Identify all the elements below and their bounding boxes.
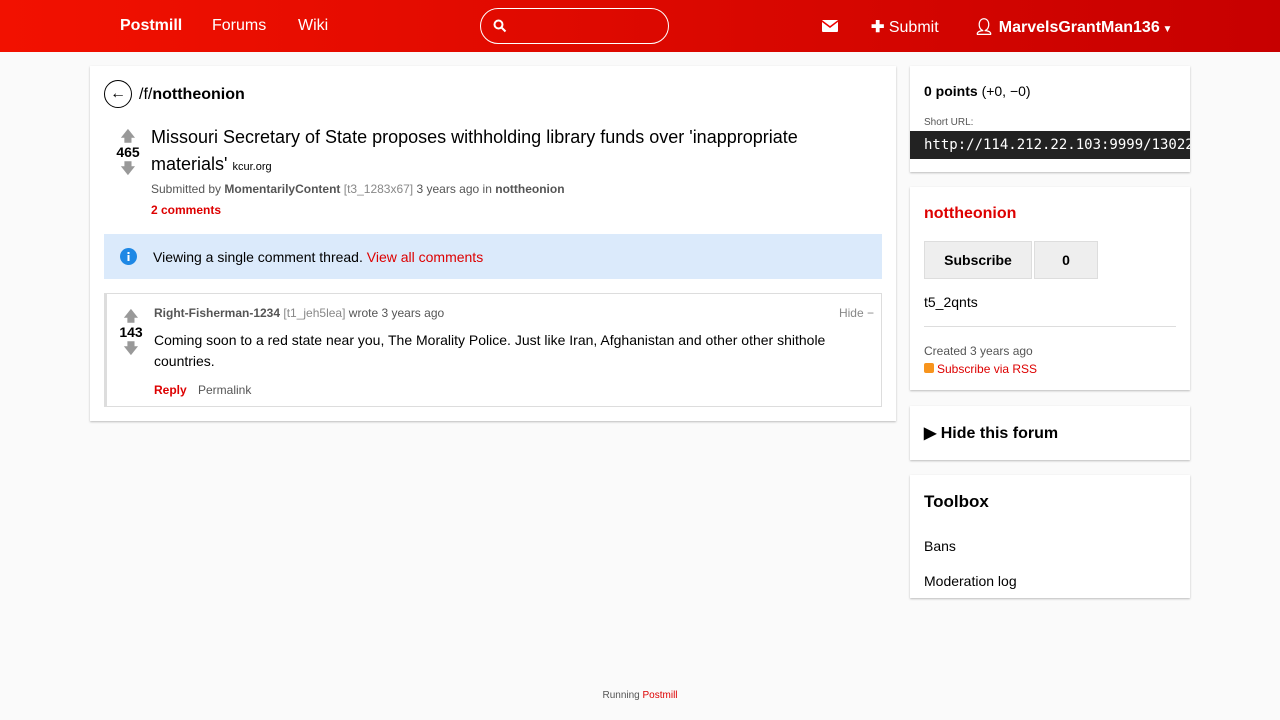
forum-card: nottheonion Subscribe 0 t5_2qnts Created… xyxy=(910,187,1190,390)
thread-notice: Viewing a single comment thread. View al… xyxy=(104,234,882,279)
rss-link[interactable]: Subscribe via RSS xyxy=(924,362,1037,376)
points: 0 points (+0, −0) xyxy=(924,83,1031,99)
forum-breadcrumb[interactable]: /f/nottheonion xyxy=(139,86,245,104)
user-menu[interactable]: 👤︎ MarvelsGrantMan136 ▼ xyxy=(974,17,1172,37)
reply-link[interactable]: Reply xyxy=(154,383,187,397)
footer: Running Postmill xyxy=(602,690,678,701)
hide-forum-toggle[interactable]: ▶ Hide this forum xyxy=(924,423,1058,443)
post-score: 465 xyxy=(116,144,140,160)
upvote-icon[interactable]: 🡅 xyxy=(114,128,142,144)
user-icon: 👤︎ xyxy=(974,19,999,36)
divider xyxy=(924,326,1176,327)
downvote-icon[interactable]: 🡇 xyxy=(117,340,145,356)
forum-name-link[interactable]: nottheonion xyxy=(924,205,1016,223)
plus-icon: ✚ xyxy=(871,19,889,36)
permalink-link[interactable]: Permalink xyxy=(198,383,251,397)
submit-link[interactable]: ✚ Submit xyxy=(871,17,939,37)
back-arrow-icon[interactable]: ← xyxy=(104,80,132,108)
bans-link[interactable]: Bans xyxy=(924,538,956,554)
nav-forums[interactable]: Forums xyxy=(212,17,266,35)
rss-icon xyxy=(924,363,934,373)
view-all-comments-link[interactable]: View all comments xyxy=(367,249,483,265)
forum-id: t5_2qnts xyxy=(924,294,978,310)
post-info-card: 0 points (+0, −0) Short URL: http://114.… xyxy=(910,66,1190,172)
short-url-label: Short URL: xyxy=(924,117,974,128)
comment-vote: 🡅 143 🡇 xyxy=(117,308,145,356)
comment-body: Coming soon to a red state near you, The… xyxy=(154,332,826,369)
subscriber-count: 0 xyxy=(1034,241,1098,279)
subscribe-button[interactable]: Subscribe xyxy=(924,241,1032,279)
post-card: ← /f/nottheonion 🡅 465 🡇 Missouri Secret… xyxy=(90,66,896,421)
search-input[interactable] xyxy=(480,8,669,44)
comment-meta: Right-Fisherman-1234 [t1_jeh5lea] wrote … xyxy=(154,306,445,320)
created-date: Created 3 years ago xyxy=(924,344,1033,358)
comment: 🡅 143 🡇 Right-Fisherman-1234 [t1_jeh5lea… xyxy=(104,293,882,407)
post-meta: Submitted by MomentarilyContent [t3_1283… xyxy=(151,182,565,196)
post-forum-link[interactable]: nottheonion xyxy=(495,182,564,196)
hide-forum-card: ▶ Hide this forum xyxy=(910,406,1190,460)
top-navbar: Postmill Forums Wiki ✚ Submit 👤︎ Marvels… xyxy=(0,0,1280,52)
post-domain: kcur.org xyxy=(232,161,272,173)
toolbox-title: Toolbox xyxy=(924,492,989,511)
comments-link[interactable]: 2 comments xyxy=(151,203,221,217)
post-author[interactable]: MomentarilyContent xyxy=(224,182,340,196)
upvote-icon[interactable]: 🡅 xyxy=(117,308,145,324)
post-vote: 🡅 465 🡇 xyxy=(114,128,142,176)
nav-wiki[interactable]: Wiki xyxy=(298,17,328,35)
comment-author[interactable]: Right-Fisherman-1234 xyxy=(154,306,280,320)
brand-link[interactable]: Postmill xyxy=(120,17,182,35)
toolbox-card: Toolbox Bans Moderation log xyxy=(910,475,1190,598)
info-icon xyxy=(120,248,137,265)
search-icon xyxy=(493,19,507,33)
caret-down-icon: ▼ xyxy=(1159,24,1173,35)
postmill-link[interactable]: Postmill xyxy=(643,690,678,701)
hide-comment-button[interactable]: Hide − xyxy=(839,306,874,320)
downvote-icon[interactable]: 🡇 xyxy=(114,160,142,176)
moderation-log-link[interactable]: Moderation log xyxy=(924,573,1017,589)
envelope-icon[interactable] xyxy=(822,20,838,32)
short-url[interactable]: http://114.212.22.103:9999/130221 xyxy=(910,131,1190,159)
